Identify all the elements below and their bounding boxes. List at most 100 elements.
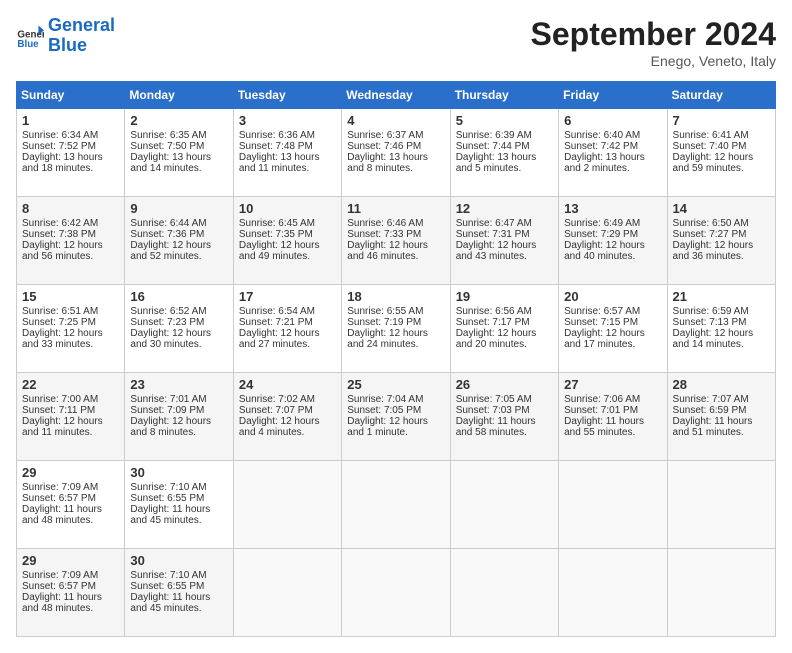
calendar-cell: 10Sunrise: 6:45 AMSunset: 7:35 PMDayligh… [233, 197, 341, 285]
calendar-body: 1Sunrise: 6:34 AMSunset: 7:52 PMDaylight… [17, 109, 776, 637]
sunset: Sunset: 7:33 PM [347, 229, 421, 240]
calendar-cell: 22Sunrise: 7:00 AMSunset: 7:11 PMDayligh… [17, 373, 125, 461]
daylight: Daylight: 12 hours and 14 minutes. [673, 328, 754, 350]
calendar-cell [559, 461, 667, 549]
calendar-cell: 8Sunrise: 6:42 AMSunset: 7:38 PMDaylight… [17, 197, 125, 285]
sunset: Sunset: 7:21 PM [239, 317, 313, 328]
day-header-sunday: Sunday [17, 82, 125, 109]
calendar-cell: 4Sunrise: 6:37 AMSunset: 7:46 PMDaylight… [342, 109, 450, 197]
day-number: 3 [239, 113, 336, 128]
day-header-friday: Friday [559, 82, 667, 109]
daylight: Daylight: 12 hours and 46 minutes. [347, 240, 428, 262]
sunset: Sunset: 6:57 PM [22, 581, 96, 592]
calendar-cell [233, 549, 341, 637]
sunset: Sunset: 6:55 PM [130, 581, 204, 592]
calendar-cell: 23Sunrise: 7:01 AMSunset: 7:09 PMDayligh… [125, 373, 233, 461]
sunset: Sunset: 7:50 PM [130, 141, 204, 152]
sunset: Sunset: 7:44 PM [456, 141, 530, 152]
sunrise: Sunrise: 6:39 AM [456, 130, 532, 141]
day-number: 19 [456, 289, 553, 304]
daylight: Daylight: 12 hours and 20 minutes. [456, 328, 537, 350]
day-header-thursday: Thursday [450, 82, 558, 109]
sunrise: Sunrise: 6:40 AM [564, 130, 640, 141]
daylight: Daylight: 13 hours and 11 minutes. [239, 152, 320, 174]
day-number: 18 [347, 289, 444, 304]
daylight: Daylight: 13 hours and 18 minutes. [22, 152, 103, 174]
sunrise: Sunrise: 6:56 AM [456, 306, 532, 317]
day-number: 5 [456, 113, 553, 128]
sunrise: Sunrise: 6:36 AM [239, 130, 315, 141]
day-header-saturday: Saturday [667, 82, 775, 109]
sunrise: Sunrise: 6:35 AM [130, 130, 206, 141]
daylight: Daylight: 12 hours and 27 minutes. [239, 328, 320, 350]
calendar-week-row: 22Sunrise: 7:00 AMSunset: 7:11 PMDayligh… [17, 373, 776, 461]
calendar-cell: 3Sunrise: 6:36 AMSunset: 7:48 PMDaylight… [233, 109, 341, 197]
calendar-cell [450, 461, 558, 549]
calendar-cell: 14Sunrise: 6:50 AMSunset: 7:27 PMDayligh… [667, 197, 775, 285]
sunset: Sunset: 7:31 PM [456, 229, 530, 240]
sunset: Sunset: 7:35 PM [239, 229, 313, 240]
sunset: Sunset: 7:52 PM [22, 141, 96, 152]
sunrise: Sunrise: 6:44 AM [130, 218, 206, 229]
daylight: Daylight: 12 hours and 52 minutes. [130, 240, 211, 262]
sunset: Sunset: 7:11 PM [22, 405, 95, 416]
day-number: 23 [130, 377, 227, 392]
sunrise: Sunrise: 7:01 AM [130, 394, 206, 405]
day-number: 1 [22, 113, 119, 128]
daylight: Daylight: 12 hours and 30 minutes. [130, 328, 211, 350]
daylight: Daylight: 11 hours and 55 minutes. [564, 416, 644, 438]
day-number: 10 [239, 201, 336, 216]
calendar-cell [450, 549, 558, 637]
calendar-cell [342, 549, 450, 637]
sunrise: Sunrise: 6:37 AM [347, 130, 423, 141]
calendar-cell: 7Sunrise: 6:41 AMSunset: 7:40 PMDaylight… [667, 109, 775, 197]
calendar-week-row: 15Sunrise: 6:51 AMSunset: 7:25 PMDayligh… [17, 285, 776, 373]
calendar-cell: 25Sunrise: 7:04 AMSunset: 7:05 PMDayligh… [342, 373, 450, 461]
title-area: September 2024 Enego, Veneto, Italy [531, 16, 776, 69]
calendar-week-row: 29Sunrise: 7:09 AMSunset: 6:57 PMDayligh… [17, 549, 776, 637]
day-number: 16 [130, 289, 227, 304]
sunrise: Sunrise: 7:00 AM [22, 394, 98, 405]
daylight: Daylight: 13 hours and 2 minutes. [564, 152, 645, 174]
sunrise: Sunrise: 6:54 AM [239, 306, 315, 317]
sunset: Sunset: 7:19 PM [347, 317, 421, 328]
calendar-cell: 12Sunrise: 6:47 AMSunset: 7:31 PMDayligh… [450, 197, 558, 285]
daylight: Daylight: 11 hours and 45 minutes. [130, 592, 210, 614]
sunrise: Sunrise: 6:45 AM [239, 218, 315, 229]
calendar-cell: 26Sunrise: 7:05 AMSunset: 7:03 PMDayligh… [450, 373, 558, 461]
sunset: Sunset: 7:09 PM [130, 405, 204, 416]
calendar-cell: 21Sunrise: 6:59 AMSunset: 7:13 PMDayligh… [667, 285, 775, 373]
day-number: 11 [347, 201, 444, 216]
sunset: Sunset: 7:46 PM [347, 141, 421, 152]
calendar-cell [559, 549, 667, 637]
sunset: Sunset: 7:36 PM [130, 229, 204, 240]
daylight: Daylight: 12 hours and 43 minutes. [456, 240, 537, 262]
sunset: Sunset: 7:17 PM [456, 317, 530, 328]
daylight: Daylight: 11 hours and 48 minutes. [22, 504, 102, 526]
calendar-cell: 18Sunrise: 6:55 AMSunset: 7:19 PMDayligh… [342, 285, 450, 373]
day-header-monday: Monday [125, 82, 233, 109]
sunset: Sunset: 7:40 PM [673, 141, 747, 152]
sunrise: Sunrise: 6:52 AM [130, 306, 206, 317]
calendar-cell: 29Sunrise: 7:09 AMSunset: 6:57 PMDayligh… [17, 461, 125, 549]
calendar-cell: 20Sunrise: 6:57 AMSunset: 7:15 PMDayligh… [559, 285, 667, 373]
day-number: 13 [564, 201, 661, 216]
day-number: 29 [22, 553, 119, 568]
sunrise: Sunrise: 6:42 AM [22, 218, 98, 229]
calendar-cell: 17 Sunrise: 6:54 AMSunset: 7:21 PMDayligh… [233, 285, 341, 373]
calendar-cell: 9Sunrise: 6:44 AMSunset: 7:36 PMDaylight… [125, 197, 233, 285]
daylight: Daylight: 11 hours and 45 minutes. [130, 504, 210, 526]
day-number: 8 [22, 201, 119, 216]
sunrise: Sunrise: 6:55 AM [347, 306, 423, 317]
daylight: Daylight: 12 hours and 40 minutes. [564, 240, 645, 262]
daylight: Daylight: 13 hours and 8 minutes. [347, 152, 428, 174]
day-number: 7 [673, 113, 770, 128]
calendar-cell: 13Sunrise: 6:49 AMSunset: 7:29 PMDayligh… [559, 197, 667, 285]
sunrise: Sunrise: 6:59 AM [673, 306, 749, 317]
sunset: Sunset: 7:29 PM [564, 229, 638, 240]
calendar-cell: 30Sunrise: 7:10 AMSunset: 6:55 PMDayligh… [125, 549, 233, 637]
calendar-header-row: SundayMondayTuesdayWednesdayThursdayFrid… [17, 82, 776, 109]
calendar-cell: 6Sunrise: 6:40 AMSunset: 7:42 PMDaylight… [559, 109, 667, 197]
sunset: Sunset: 7:27 PM [673, 229, 747, 240]
day-number: 17 [239, 289, 336, 304]
